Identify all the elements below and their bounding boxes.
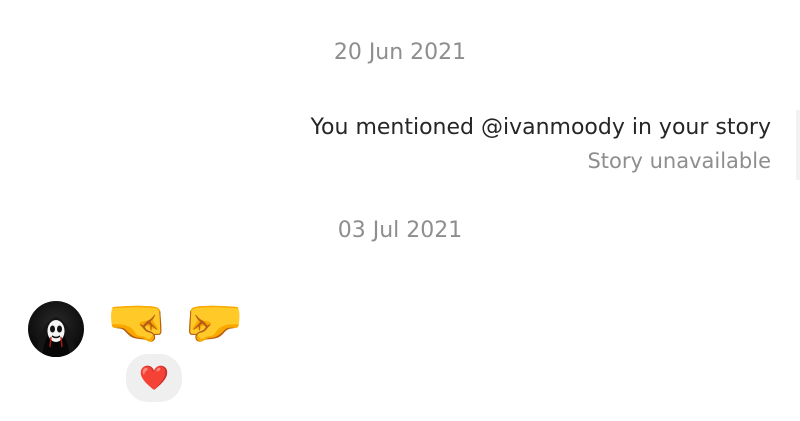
avatar[interactable] bbox=[28, 301, 84, 357]
dm-thread: 20 Jun 2021 You mentioned @ivanmoody in … bbox=[0, 0, 800, 421]
scroll-edge bbox=[796, 110, 800, 180]
right-facing-fist-emoji: 🤜 bbox=[106, 293, 169, 351]
story-mention-text: You mentioned @ivanmoody in your story bbox=[310, 115, 771, 140]
masked-figure-avatar-icon bbox=[36, 317, 76, 357]
story-mention-message[interactable]: You mentioned @ivanmoody in your story S… bbox=[311, 113, 771, 176]
date-separator: 03 Jul 2021 bbox=[337, 218, 463, 243]
left-facing-fist-emoji: 🤛 bbox=[182, 293, 245, 351]
story-unavailable-label: Story unavailable bbox=[587, 149, 771, 173]
heart-reaction[interactable]: ❤️ bbox=[124, 352, 184, 404]
date-separator: 20 Jun 2021 bbox=[333, 40, 467, 65]
emoji-message[interactable]: 🤜 🤛 bbox=[106, 292, 245, 352]
heart-icon: ❤️ bbox=[139, 364, 169, 392]
